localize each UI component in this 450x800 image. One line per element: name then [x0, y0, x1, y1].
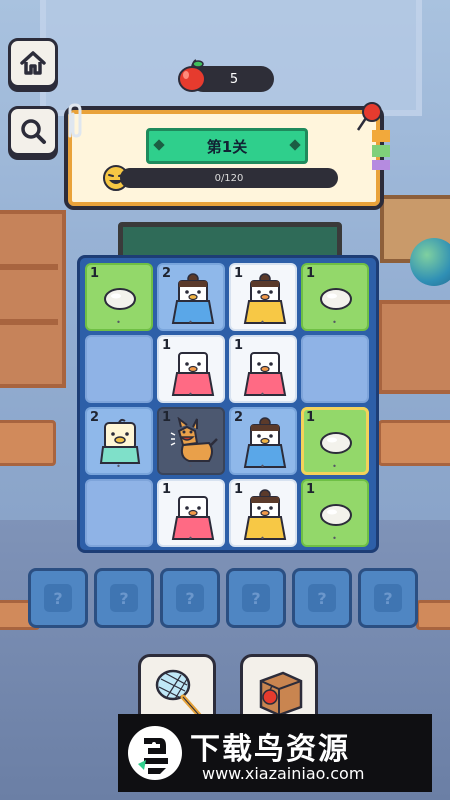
apple-icon: [178, 59, 206, 92]
collection-slot: ?: [94, 568, 154, 628]
desk-bottom-right: [416, 600, 450, 630]
search-button[interactable]: [8, 106, 58, 156]
empty-tile: [85, 335, 153, 403]
collection-slot: ?: [160, 568, 220, 628]
board-tile[interactable]: 1 •: [157, 335, 225, 403]
steamed-bun-icon: [320, 432, 352, 454]
question-icon: ?: [44, 584, 72, 612]
desk-left: [0, 420, 56, 466]
board-tile[interactable]: 2 •: [157, 263, 225, 331]
progress-text: 0/120: [214, 172, 244, 184]
apple-count: 5: [229, 71, 239, 87]
tile-dots: •: [260, 318, 266, 327]
board-tile[interactable]: 1 •: [229, 479, 297, 547]
watermark-banner: 下载鸟资源 www.xiazainiao.com: [118, 714, 432, 792]
tile-dots: •: [260, 390, 266, 399]
board-tile[interactable]: 1 •: [229, 335, 297, 403]
empty-tile: [85, 479, 153, 547]
tile-dots: •: [260, 462, 266, 471]
watermark-url: www.xiazainiao.com: [202, 764, 365, 783]
tile-dots: •: [260, 534, 266, 543]
sticky-notes: [372, 130, 390, 170]
question-icon: ?: [242, 584, 270, 612]
steamed-bun-icon: [320, 288, 352, 310]
question-icon: ?: [308, 584, 336, 612]
home-icon: [20, 51, 46, 75]
baby-character-icon: [99, 418, 141, 464]
board-tile[interactable]: 1 •: [301, 407, 369, 475]
collection-slot: ?: [226, 568, 286, 628]
bookshelf-right: [378, 300, 450, 394]
apple-crate-icon: [259, 671, 303, 717]
board-tile[interactable]: 1 •: [301, 263, 369, 331]
question-icon: ?: [110, 584, 138, 612]
tile-dots: •: [332, 462, 338, 471]
barking-dog-icon: [170, 417, 218, 462]
board-tile[interactable]: 1 •: [85, 263, 153, 331]
collection-slot: ?: [28, 568, 88, 628]
progress-bar: 0/120: [120, 168, 338, 188]
tile-dots: •: [188, 390, 194, 399]
tile-dots: •: [116, 462, 122, 471]
question-icon: ?: [374, 584, 402, 612]
board-tile[interactable]: 1 •: [157, 407, 225, 475]
question-icon: ?: [176, 584, 204, 612]
tile-dots: •: [188, 318, 194, 327]
board-tile[interactable]: 1 •: [301, 479, 369, 547]
level-card: 第1关 0/120: [64, 106, 384, 210]
steamed-bun-icon: [320, 504, 352, 526]
level-title: 第1关: [146, 128, 308, 164]
home-button[interactable]: [8, 38, 58, 88]
watermark-title: 下载鸟资源: [190, 732, 350, 767]
butterfly-net-icon: [155, 669, 202, 718]
tile-dots: •: [332, 318, 338, 327]
bird-logo-icon: [128, 726, 182, 780]
search-icon: [21, 119, 46, 144]
empty-tile: [301, 335, 369, 403]
board-tile[interactable]: 2 •: [229, 407, 297, 475]
tile-dots: •: [188, 534, 194, 543]
desk-right: [378, 420, 450, 466]
paperclip-icon: [68, 103, 82, 138]
board-tile[interactable]: 1 •: [157, 479, 225, 547]
tile-dots: •: [116, 318, 122, 327]
collection-slot: ?: [358, 568, 418, 628]
bookshelf-left: [0, 210, 66, 388]
tile-board: 1 • 2 • 1 • 1 • 1 • 1 • 2 • 1 • 2 • 1 • …: [77, 255, 379, 553]
classroom-window: [40, 0, 422, 116]
globe-icon: [410, 238, 450, 286]
tile-dots: •: [188, 462, 194, 471]
board-tile[interactable]: 2 •: [85, 407, 153, 475]
board-tile[interactable]: 1 •: [229, 263, 297, 331]
collection-slot: ?: [292, 568, 352, 628]
steamed-bun-icon: [104, 288, 136, 310]
tile-dots: •: [332, 534, 338, 543]
